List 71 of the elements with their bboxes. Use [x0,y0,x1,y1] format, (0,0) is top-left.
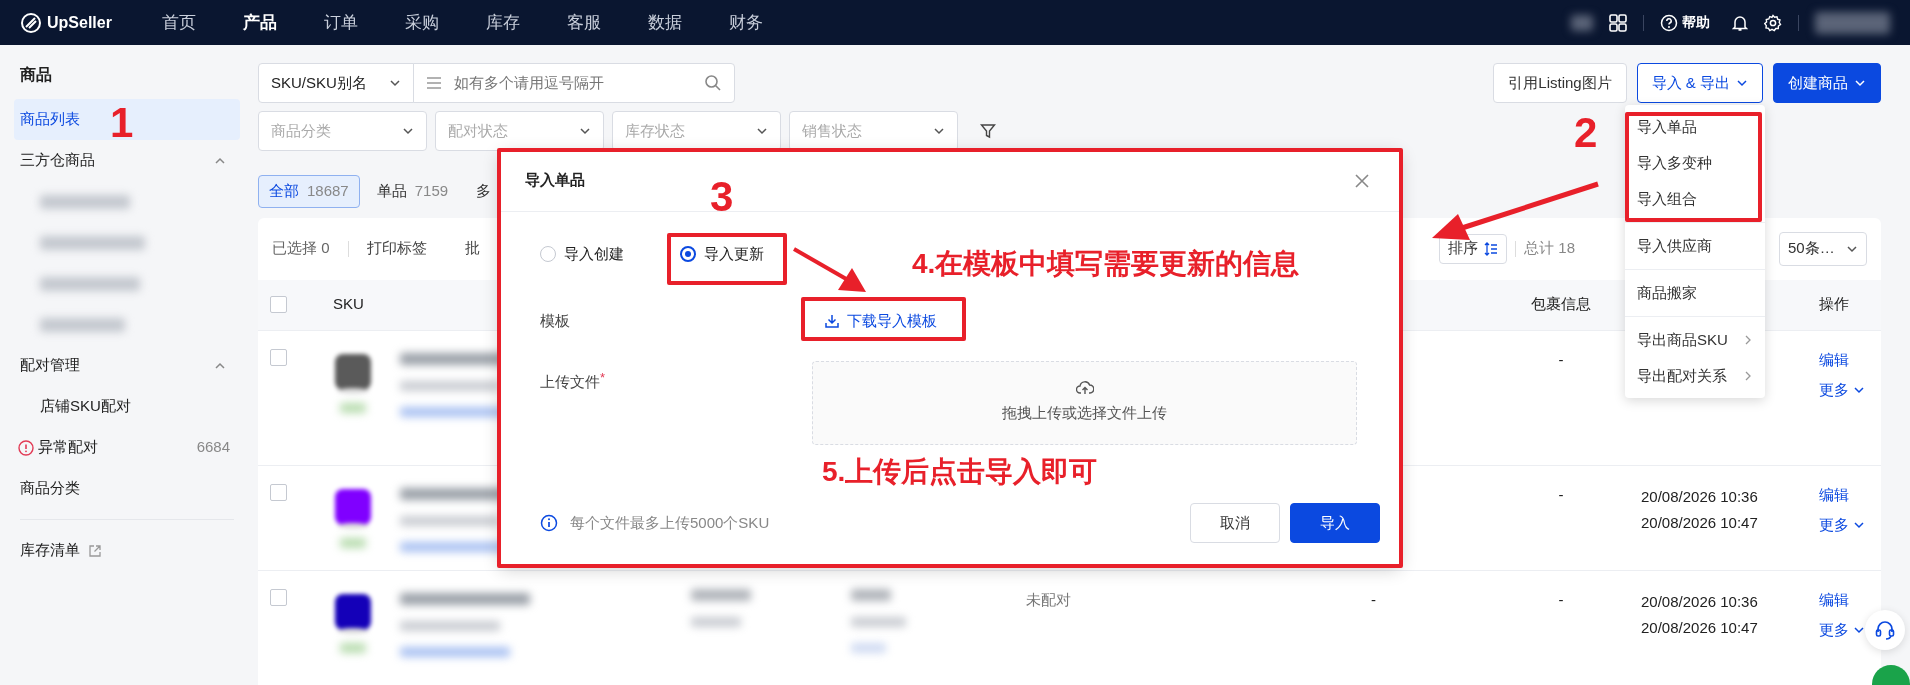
help-link[interactable]: 帮助 [1682,12,1710,33]
form-label: 上传文件 [540,371,600,392]
more-link[interactable]: 更多 [1819,619,1865,642]
timestamp: 20/08/2026 10:36 [1641,591,1759,612]
page-size-select[interactable]: 50条… [1779,231,1867,266]
sidebar-group[interactable]: 三方仓商品 [20,149,95,172]
nav-item[interactable]: 采购 [405,9,439,36]
dialog-title: 导入单品 [525,170,585,191]
filter-tab[interactable]: 单品 7159 [365,175,460,208]
more-link[interactable]: 更多 [1819,514,1865,537]
annotation-note: 5.上传后点击导入即可 [822,458,1098,486]
edit-link[interactable]: 编辑 [1819,588,1849,611]
column-header: SKU [333,294,365,315]
menu-item[interactable]: 导入单品 [1625,109,1765,145]
status-text: 未配对 [1026,590,1071,608]
menu-item[interactable]: 导入组合 [1625,181,1765,217]
form-label: 模板 [540,311,571,331]
step-number: 2 [1574,112,1598,154]
menu-item[interactable]: 商品搬家 [1625,275,1765,311]
toolbar-action[interactable]: 批 [464,237,480,260]
annotation-note: 4.在模板中填写需要更新的信息 [912,250,1300,278]
toolbar-button[interactable]: 创建商品 [1773,63,1881,103]
toolbar-button[interactable]: 引用Listing图片 [1493,63,1627,103]
sidebar-title: 商品 [19,65,53,85]
logo-text: UpSeller [47,12,112,33]
nav-item[interactable]: 数据 [648,9,682,36]
edit-link[interactable]: 编辑 [1819,483,1849,506]
upload-dropzone[interactable]: 拖拽上传或选择文件上传 [812,360,1357,445]
sidebar-link[interactable]: 库存清单 [20,539,80,562]
edit-link[interactable]: 编辑 [1819,348,1849,371]
dialog-button[interactable]: 导入 [1290,503,1380,543]
sidebar-item[interactable]: 店铺SKU配对 [14,386,240,427]
column-header: 包裹信息 [1530,294,1592,315]
timestamp: 20/08/2026 10:47 [1641,617,1759,638]
step-number: 3 [710,176,734,218]
required-mark: * [600,370,606,384]
total-count: 总计 18 [1524,238,1575,259]
help-text: 每个文件最多上传5000个SKU [570,512,770,533]
nav-item[interactable]: 财务 [729,9,763,36]
column-header: 操作 [1818,294,1850,315]
sidebar-label[interactable]: 异常配对 [38,436,98,459]
radio-option[interactable]: 导入创建 [540,242,680,266]
table-cell: - [1558,485,1564,503]
filter-tab[interactable]: 全部 18687 [258,175,360,208]
sort-button[interactable]: 排序 [1439,233,1508,264]
download-link[interactable]: 下载导入模板 [825,312,937,331]
toolbar-button[interactable]: 导入 & 导出 [1636,63,1763,103]
search-field[interactable]: 如有多个请用逗号隔开 [413,63,735,103]
table-cell: - [1371,590,1376,608]
dialog-button[interactable]: 取消 [1190,503,1280,543]
timestamp: 20/08/2026 10:36 [1641,486,1759,507]
more-link[interactable]: 更多 [1819,379,1865,402]
table-cell: - [1558,590,1564,608]
menu-item[interactable]: 导入供应商 [1625,228,1765,264]
nav-item[interactable]: 订单 [324,9,358,36]
nav-item[interactable]: 产品 [243,9,277,36]
sidebar-group[interactable]: 配对管理 [20,354,80,377]
radio-option[interactable]: 导入更新 [680,242,820,266]
menu-item[interactable]: 导入多变种 [1625,145,1765,181]
selection-count: 已选择 0 [272,238,330,259]
timestamp: 20/08/2026 10:47 [1641,512,1759,533]
nav-item[interactable]: 首页 [162,9,196,36]
menu-item[interactable]: 导出商品SKU [1625,322,1765,358]
nav-item[interactable]: 客服 [567,9,601,36]
count-label: 6684 [196,437,230,458]
sidebar-item[interactable]: 商品分类 [14,468,240,509]
table-cell: - [1558,350,1564,368]
field-select[interactable]: SKU/SKU别名 [258,63,414,103]
nav-item[interactable]: 库存 [486,9,520,36]
toolbar-action[interactable]: 打印标签 [366,237,427,260]
menu-item[interactable]: 导出配对关系 [1625,358,1765,394]
